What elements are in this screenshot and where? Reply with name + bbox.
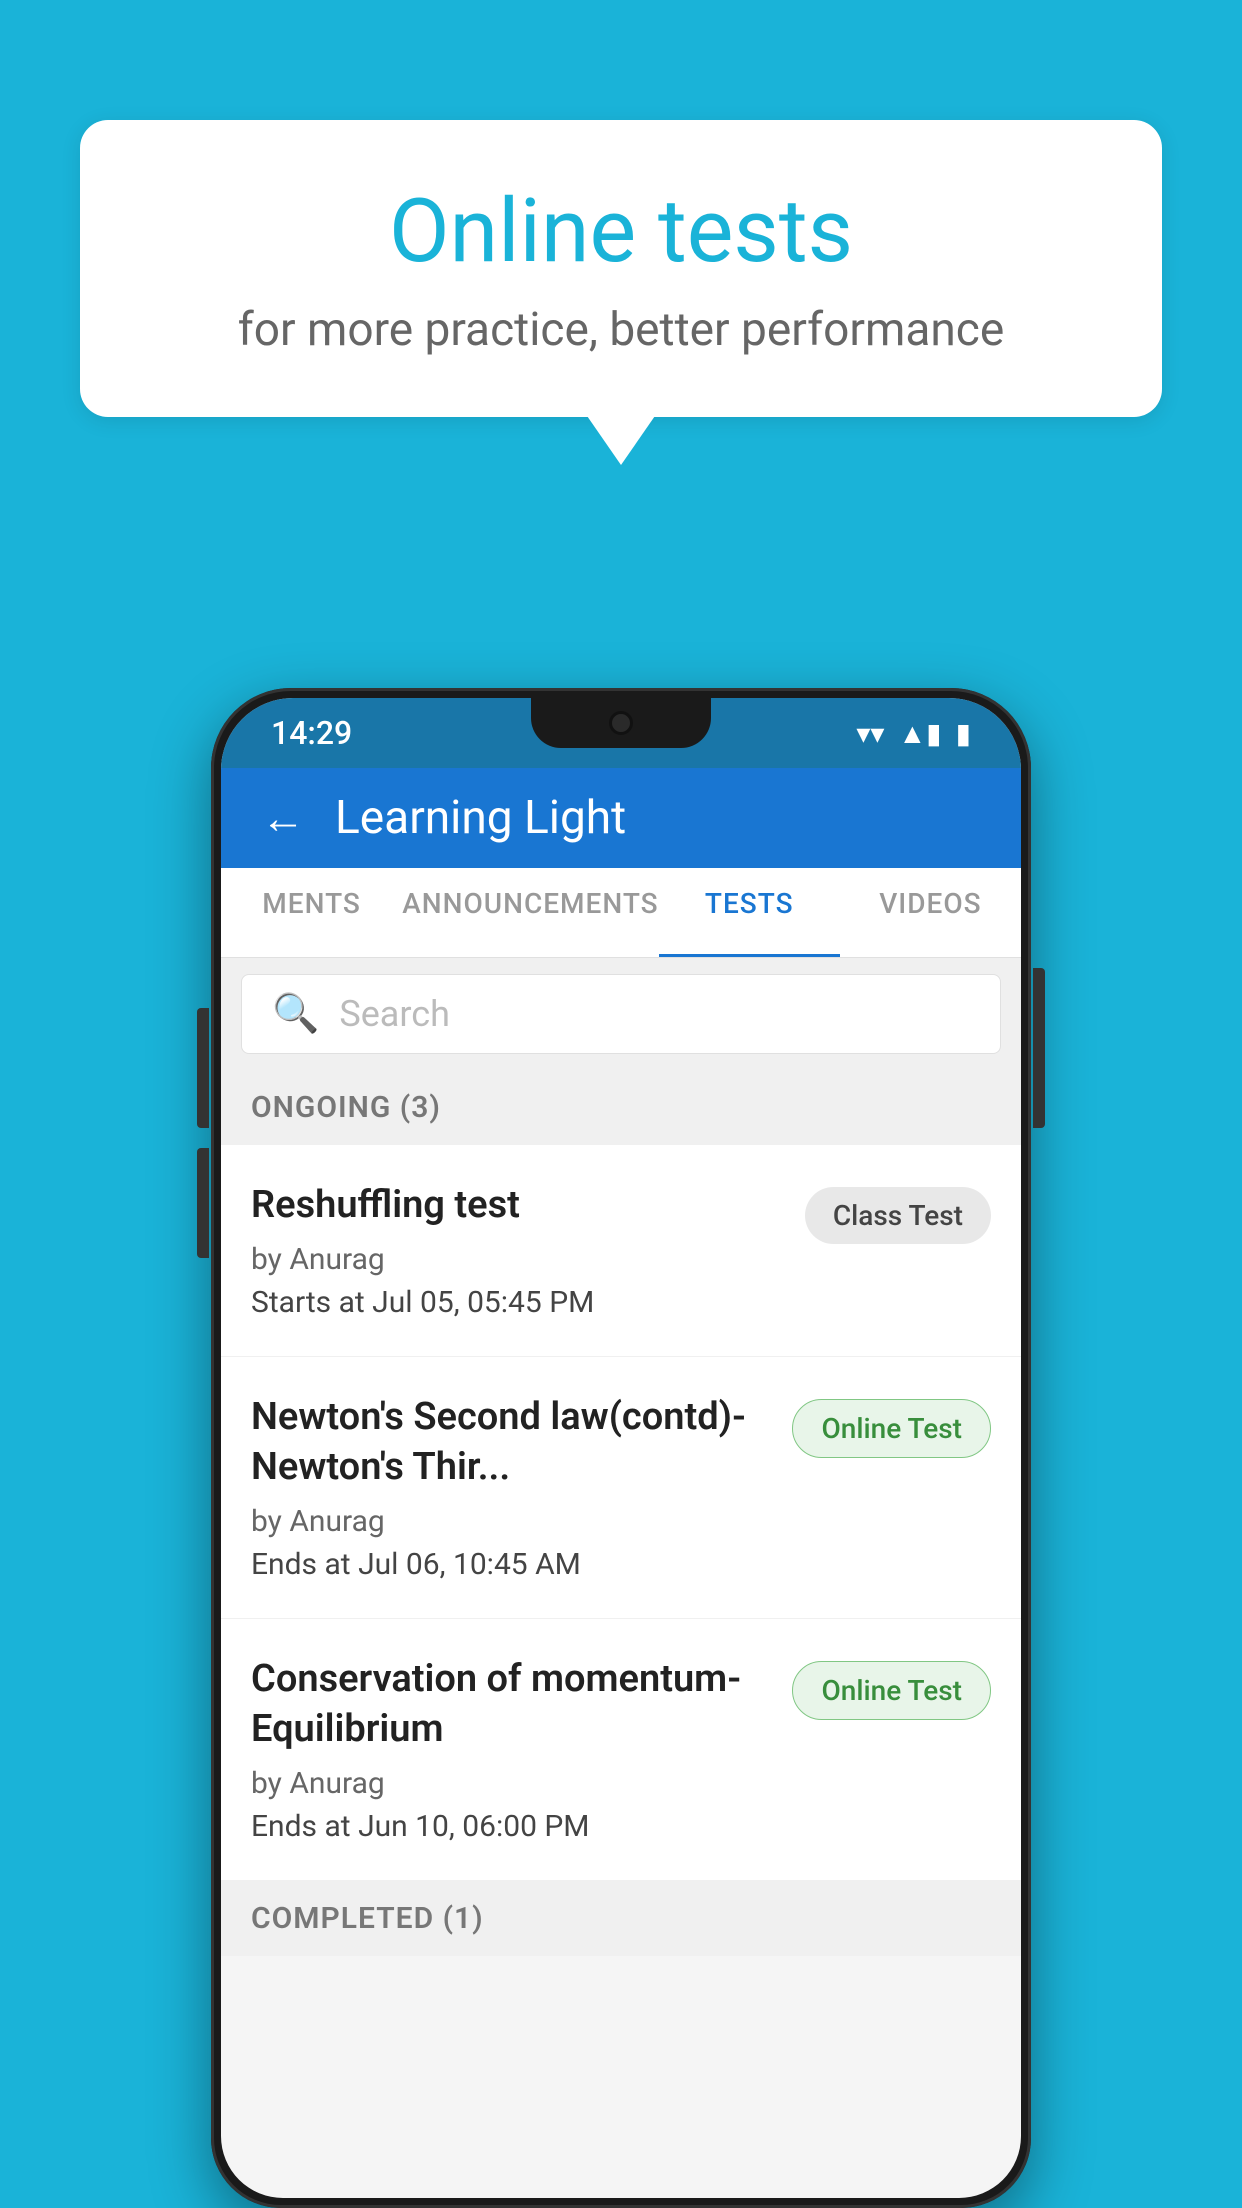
phone-screen: 14:29 ▾▾ ▲▮ ▮ ← Learning Light MENTS ANN… [221,698,1021,2198]
test-badge: Online Test [792,1661,991,1720]
bubble-subtitle: for more practice, better performance [160,303,1082,357]
test-name: Newton's Second law(contd)-Newton's Thir… [251,1393,772,1492]
speech-bubble: Online tests for more practice, better p… [80,120,1162,417]
tabs-bar: MENTS ANNOUNCEMENTS TESTS VIDEOS [221,868,1021,958]
phone-frame: 14:29 ▾▾ ▲▮ ▮ ← Learning Light MENTS ANN… [211,688,1031,2208]
test-name: Conservation of momentum-Equilibrium [251,1655,772,1754]
test-item[interactable]: Newton's Second law(contd)-Newton's Thir… [221,1357,1021,1619]
speech-bubble-container: Online tests for more practice, better p… [80,120,1162,417]
signal-icon: ▲▮ [898,717,941,750]
search-container: 🔍 Search [221,958,1021,1070]
tab-announcements[interactable]: ANNOUNCEMENTS [402,868,658,957]
camera [609,711,633,735]
search-bar[interactable]: 🔍 Search [241,974,1001,1054]
test-info: Reshuffling test by Anurag Starts at Jul… [251,1181,785,1320]
status-time: 14:29 [271,714,352,752]
search-placeholder: Search [339,993,450,1035]
test-item[interactable]: Reshuffling test by Anurag Starts at Jul… [221,1145,1021,1357]
completed-section-header: COMPLETED (1) [221,1881,1021,1956]
tab-ments[interactable]: MENTS [221,868,402,957]
test-info: Newton's Second law(contd)-Newton's Thir… [251,1393,772,1582]
test-item[interactable]: Conservation of momentum-Equilibrium by … [221,1619,1021,1881]
test-time: Ends at Jun 10, 06:00 PM [251,1809,772,1844]
test-author: by Anurag [251,1504,772,1539]
test-name: Reshuffling test [251,1181,785,1230]
wifi-icon: ▾▾ [856,717,884,750]
volume-button [197,1148,209,1258]
notch [531,698,711,748]
ongoing-section-header: ONGOING (3) [221,1070,1021,1145]
test-author: by Anurag [251,1242,785,1277]
battery-icon: ▮ [956,717,971,750]
test-badge: Class Test [805,1187,991,1244]
status-icons: ▾▾ ▲▮ ▮ [856,717,971,750]
back-button[interactable]: ← [261,792,305,844]
phone-container: 14:29 ▾▾ ▲▮ ▮ ← Learning Light MENTS ANN… [211,688,1031,2208]
tab-videos[interactable]: VIDEOS [840,868,1021,957]
tests-list: Reshuffling test by Anurag Starts at Jul… [221,1145,1021,1881]
search-icon: 🔍 [272,992,319,1036]
test-time: Ends at Jul 06, 10:45 AM [251,1547,772,1582]
app-title: Learning Light [335,791,626,845]
bubble-title: Online tests [160,180,1082,283]
test-badge: Online Test [792,1399,991,1458]
app-header: ← Learning Light [221,768,1021,868]
test-info: Conservation of momentum-Equilibrium by … [251,1655,772,1844]
test-time: Starts at Jul 05, 05:45 PM [251,1285,785,1320]
test-author: by Anurag [251,1766,772,1801]
tab-tests[interactable]: TESTS [659,868,840,957]
